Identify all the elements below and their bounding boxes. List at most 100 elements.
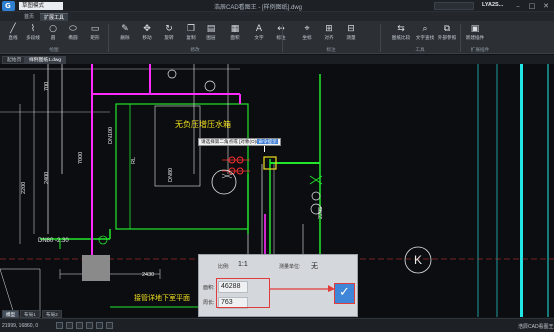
tool-plugin-button[interactable]: ▣ 新建插件	[464, 23, 486, 45]
minimize-icon[interactable]: –	[513, 1, 523, 11]
tool-label: 椭圆	[68, 35, 78, 40]
tab-layout2[interactable]: 布局2	[42, 310, 62, 318]
tab-start-page[interactable]: 起始页	[2, 56, 27, 64]
lineweight-toggle-icon[interactable]	[106, 322, 113, 329]
tab-drawing[interactable]: 样例图纸1.dwg	[24, 56, 66, 64]
ribbon-separator	[282, 24, 283, 52]
move-icon: ✥	[143, 24, 151, 34]
find-text-icon: ⌕	[422, 24, 428, 34]
area-icon: ▦	[230, 24, 240, 34]
scale-label: 比例:	[218, 264, 230, 270]
dimension-icon: ↔	[277, 24, 285, 34]
circle-icon: ○	[49, 24, 57, 34]
search-input[interactable]	[434, 2, 474, 10]
rectangle-icon: ▭	[90, 24, 100, 34]
rotate-icon: ↻	[165, 24, 173, 34]
mode-select[interactable]: 草图模式	[19, 2, 63, 10]
tool-xref-button[interactable]: ⧉ 外部参照	[436, 23, 458, 45]
tab-home[interactable]: 首页	[20, 13, 38, 21]
valve-symbol	[221, 173, 233, 179]
tool-label: 圆	[50, 35, 56, 40]
highlight-box	[216, 278, 270, 308]
tool-layer-button[interactable]: ▤ 图层	[200, 23, 222, 45]
maximize-icon[interactable]: □	[527, 1, 537, 11]
equipment-box	[154, 105, 201, 187]
tool-label: 矩形	[90, 35, 100, 40]
dim-text: DN80	[168, 168, 174, 182]
unit-value: 无	[311, 263, 318, 270]
title-bar: G 草图模式 浩辰CAD看图王 - [样例图纸].dwg LYA2S... – …	[0, 0, 554, 12]
tool-line-button[interactable]: ╱ 直线	[2, 23, 24, 45]
polar-toggle-icon[interactable]	[86, 322, 93, 329]
coordinate-icon: ⌖	[304, 24, 310, 34]
tool-ellipse-button[interactable]: ⬭ 椭圆	[62, 23, 84, 45]
tab-extended-tools[interactable]: 扩展工具	[40, 13, 69, 21]
tool-coordinate-button[interactable]: ⌖ 坐标	[296, 23, 318, 45]
tool-label: 删除	[120, 35, 130, 40]
tool-label: 面积	[230, 35, 240, 40]
ribbon-separator	[380, 24, 381, 52]
tool-label: 外部参照	[437, 35, 457, 40]
tool-move-button[interactable]: ✥ 移动	[136, 23, 158, 45]
axis-label-k: K	[414, 253, 422, 267]
tooltip-text: 请选择第二角点或 [对象(O)/	[201, 139, 258, 144]
tool-label: 对齐	[324, 35, 334, 40]
tool-circle-button[interactable]: ○ 圆	[42, 23, 64, 45]
tool-align-button[interactable]: ⊞ 对齐	[318, 23, 340, 45]
pipe-end-circle	[98, 235, 108, 245]
app-logo-icon[interactable]: G	[2, 1, 15, 11]
unit-label: 测量单位:	[279, 264, 301, 270]
status-bar: 21999, 16860, 0 浩辰CAD看图王	[0, 318, 554, 332]
measure-icon: ⊟	[347, 24, 355, 34]
layout-tabs: 模型 布局1 布局2	[0, 310, 200, 318]
tank-column	[115, 103, 131, 230]
ortho-toggle-icon[interactable]	[76, 322, 83, 329]
tool-rotate-button[interactable]: ↻ 旋转	[158, 23, 180, 45]
tool-find-text-button[interactable]: ⌕ 文字查找	[414, 23, 436, 45]
ribbon-group-label: 绘图	[49, 47, 59, 52]
tool-rectangle-button[interactable]: ▭ 矩形	[84, 23, 106, 45]
tab-layout1[interactable]: 布局1	[20, 310, 40, 318]
osnap-toggle-icon[interactable]	[96, 322, 103, 329]
tool-copy-button[interactable]: ❐ 复制	[180, 23, 202, 45]
grid-toggle-icon[interactable]	[66, 322, 73, 329]
tool-text-button[interactable]: A 文字	[248, 23, 270, 45]
confirm-button[interactable]: ✓	[334, 283, 355, 304]
area-label: 面积:	[203, 285, 215, 291]
level-label: DN80 -2.30	[38, 238, 69, 244]
ribbon-tabs: 首页 扩展工具	[0, 12, 554, 21]
ribbon-group-label: 工具	[415, 47, 425, 52]
coordinate-readout: 21999, 16860, 0	[2, 323, 39, 329]
tool-area-button[interactable]: ▦ 面积	[224, 23, 246, 45]
compare-icon: ⇆	[397, 24, 405, 34]
check-icon: ✓	[339, 285, 350, 300]
tool-dimension-button[interactable]: ↔ 标注	[270, 23, 292, 45]
tool-polyline-button[interactable]: ⌇ 多段线	[22, 23, 44, 45]
ribbon-separator	[108, 24, 109, 52]
tab-model[interactable]: 模型	[2, 310, 20, 318]
dim-text: DN100	[108, 127, 114, 144]
close-icon[interactable]: ✕	[541, 1, 551, 11]
dim-text: 2200	[21, 182, 27, 194]
tool-label: 直线	[8, 35, 18, 40]
ribbon-group-label: 标注	[326, 47, 336, 52]
user-account[interactable]: LYA2S...	[482, 2, 503, 8]
tool-label: 移动	[142, 35, 152, 40]
dim-text: 2205	[318, 207, 324, 219]
ribbon-group-label: 扩展插件	[470, 47, 490, 52]
dim-text: RL	[131, 157, 137, 164]
tool-label: 图纸比较	[391, 35, 411, 40]
tool-label: 标注	[276, 35, 286, 40]
perimeter-label: 周长:	[203, 300, 215, 306]
snap-toggle-icon[interactable]	[56, 322, 63, 329]
window-title: 浩辰CAD看图王 - [样例图纸].dwg	[214, 5, 303, 11]
ellipse-icon: ⬭	[69, 24, 77, 34]
align-icon: ⊞	[325, 24, 333, 34]
tooltip-highlight: 命令提示	[257, 139, 278, 144]
plugin-icon: ▣	[470, 24, 480, 34]
gauge-circle	[204, 80, 216, 92]
tool-compare-button[interactable]: ⇆ 图纸比较	[390, 23, 412, 45]
tool-label: 多段线	[26, 35, 40, 40]
tool-measure-button[interactable]: ⊟ 测量	[340, 23, 362, 45]
tool-erase-button[interactable]: ✎ 删除	[114, 23, 136, 45]
